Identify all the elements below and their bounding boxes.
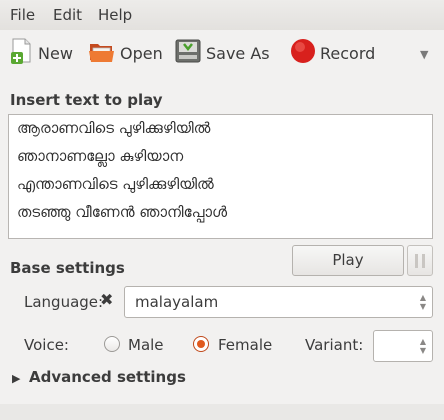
status-strip	[0, 404, 444, 420]
open-button[interactable]: Open	[88, 38, 163, 68]
menu-file[interactable]: File	[10, 6, 35, 24]
text-line: എന്താണവിടെ പുഴിക്കുഴിയിൽ	[17, 175, 214, 193]
text-line: ആരാണവിടെ പുഴിക്കുഴിയിൽ	[17, 119, 211, 137]
new-button[interactable]: New	[10, 38, 73, 68]
base-settings-heading: Base settings	[10, 259, 125, 277]
new-document-icon	[10, 37, 38, 69]
text-line: തടഞ്ഞു വീണേൻ ഞാനിപ്പോൾ	[17, 203, 228, 221]
clear-x-icon[interactable]: ✖	[100, 290, 113, 309]
expander-arrow-icon[interactable]: ▶	[12, 372, 20, 385]
variant-spinner[interactable]: ▲ ▼	[373, 330, 433, 362]
spin-arrows-icon: ▲ ▼	[419, 293, 426, 311]
menu-bar: File Edit Help	[0, 0, 444, 30]
record-icon	[290, 38, 320, 68]
text-line: ഞാനാണല്ലോ കുഴിയാന	[17, 147, 184, 165]
language-select[interactable]: malayalam ▲ ▼	[124, 286, 433, 318]
menu-edit[interactable]: Edit	[53, 6, 82, 24]
text-input-area[interactable]: ആരാണവിടെ പുഴിക്കുഴിയിൽ ഞാനാണല്ലോ കുഴിയാന…	[8, 114, 433, 239]
record-button[interactable]: Record	[290, 38, 375, 68]
male-radio-label[interactable]: Male	[128, 336, 164, 354]
open-folder-icon	[88, 38, 120, 68]
voice-label: Voice:	[24, 336, 69, 354]
save-as-button-label: Save As	[206, 43, 270, 63]
female-radio-label[interactable]: Female	[218, 336, 272, 354]
language-value: malayalam	[135, 293, 219, 311]
play-button[interactable]: Play	[292, 245, 404, 276]
language-label: Language:	[24, 293, 104, 311]
stop-button[interactable]	[407, 245, 433, 276]
save-drive-icon	[174, 37, 206, 69]
record-button-label: Record	[320, 43, 376, 63]
female-radio[interactable]	[193, 336, 209, 352]
variant-label: Variant:	[305, 336, 364, 354]
spin-arrows-icon: ▲ ▼	[419, 337, 426, 355]
toolbar-overflow-icon[interactable]: ▼	[420, 48, 428, 61]
insert-text-heading: Insert text to play	[10, 91, 163, 109]
advanced-settings-expander[interactable]: Advanced settings	[29, 368, 186, 386]
toolbar: New Open Save As Record ▼	[0, 30, 444, 78]
male-radio[interactable]	[104, 336, 120, 352]
save-as-button[interactable]: Save As	[174, 38, 270, 68]
new-button-label: New	[38, 43, 73, 63]
open-button-label: Open	[120, 43, 163, 63]
menu-help[interactable]: Help	[98, 6, 132, 24]
